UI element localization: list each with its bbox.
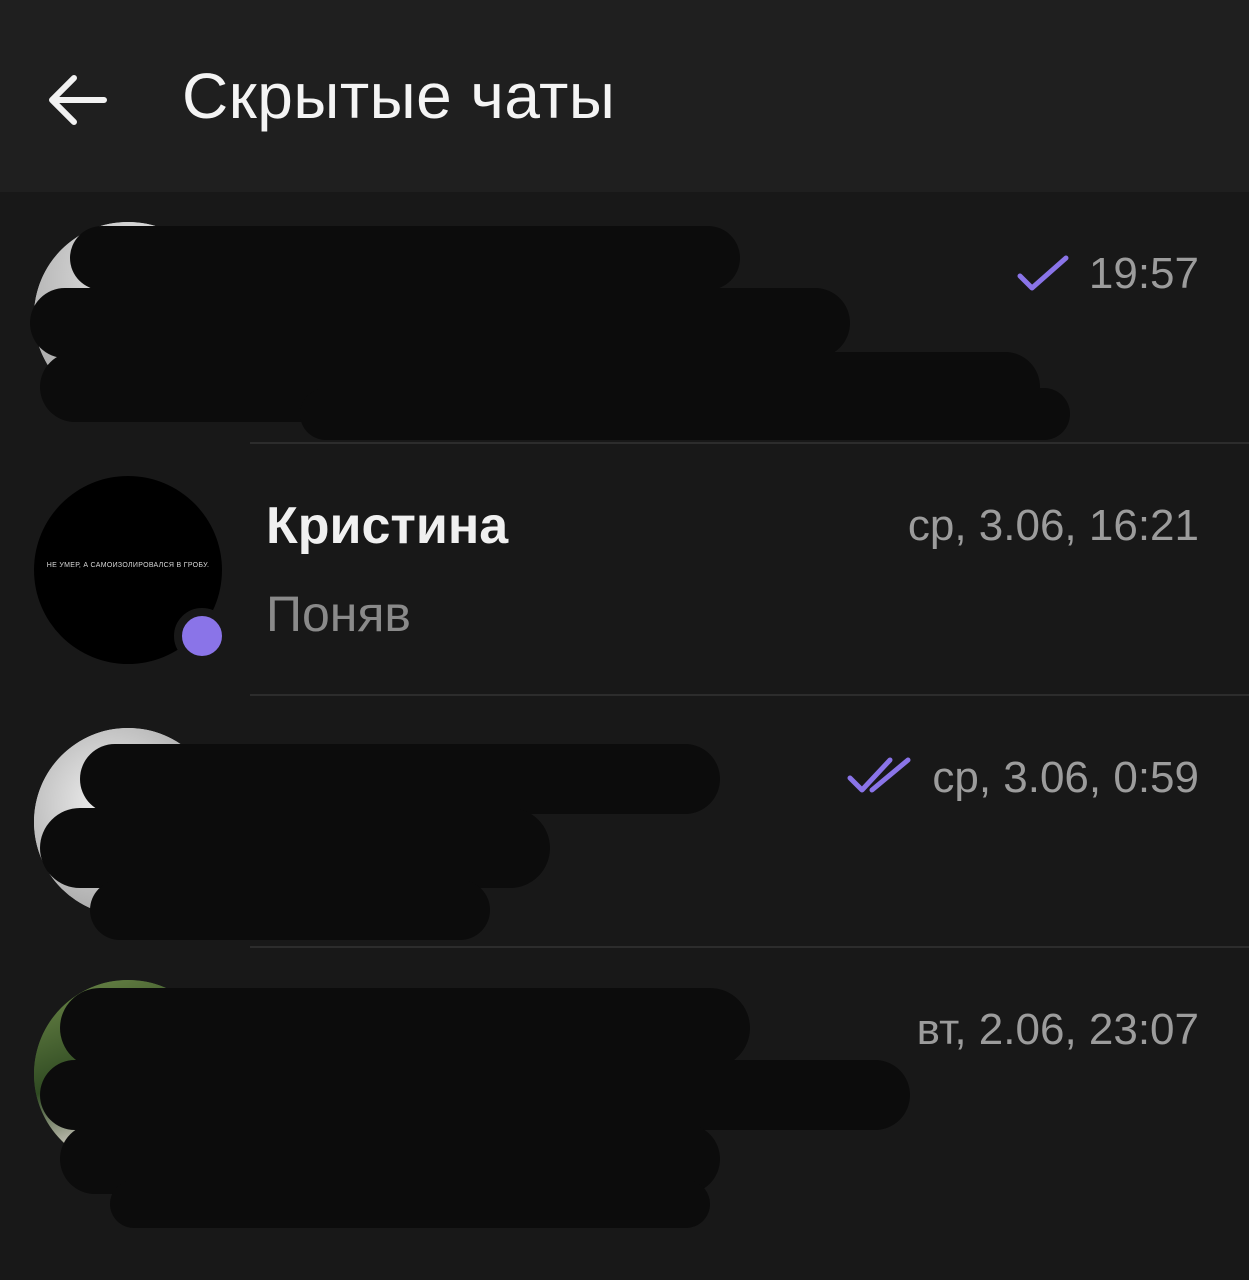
- online-indicator: [174, 608, 230, 664]
- chat-row[interactable]: вт, 2.06, 23:07: [0, 948, 1249, 1228]
- redaction-scribble: [40, 808, 550, 888]
- chat-row[interactable]: ср, 3.06, 0:59: [0, 696, 1249, 948]
- redaction-scribble: [300, 388, 1070, 440]
- redaction-scribble: [60, 988, 750, 1068]
- redaction-scribble: [30, 288, 850, 358]
- chat-time: вт, 2.06, 23:07: [916, 1005, 1199, 1054]
- single-check-icon: [1017, 255, 1069, 291]
- chat-preview: Поняв: [266, 586, 411, 642]
- back-button[interactable]: [36, 60, 116, 140]
- redaction-scribble: [90, 880, 490, 940]
- avatar-caption: НЕ УМЕР, А САМОИЗОЛИРОВАЛСЯ В ГРОБУ.: [46, 562, 210, 569]
- redaction-scribble: [110, 1180, 710, 1228]
- app-bar: Скрытые чаты: [0, 0, 1249, 192]
- chat-row[interactable]: НЕ УМЕР, А САМОИЗОЛИРОВАЛСЯ В ГРОБУ. Кри…: [0, 444, 1249, 696]
- arrow-left-icon: [49, 75, 107, 125]
- chat-time: ср, 3.06, 16:21: [907, 501, 1199, 550]
- chat-time: 19:57: [1088, 249, 1199, 298]
- redaction-scribble: [70, 226, 740, 290]
- chat-row[interactable]: 19:57: [0, 192, 1249, 444]
- chat-name: Кристина: [266, 497, 509, 555]
- page-title: Скрытые чаты: [182, 60, 616, 132]
- chat-list: 19:57 НЕ УМЕР, А САМОИЗОЛИРОВАЛСЯ В ГРОБ…: [0, 192, 1249, 1280]
- redaction-scribble: [80, 744, 720, 814]
- chat-time: ср, 3.06, 0:59: [932, 753, 1199, 802]
- double-check-icon: [847, 757, 911, 793]
- redaction-scribble: [40, 1060, 910, 1130]
